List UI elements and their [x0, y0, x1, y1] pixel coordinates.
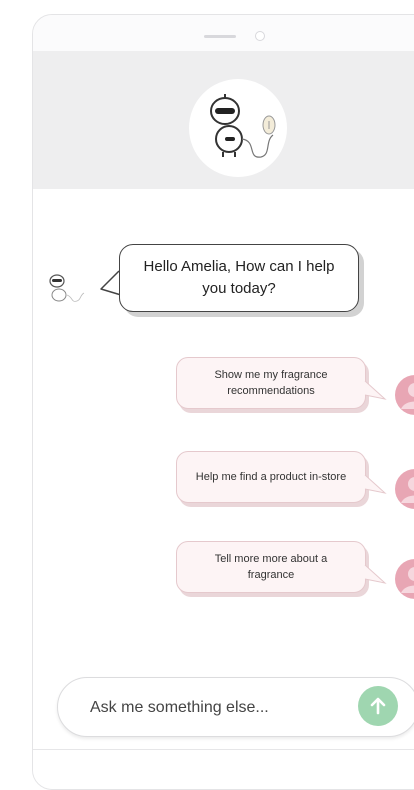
camera-dot	[255, 31, 265, 41]
arrow-up-icon	[370, 697, 386, 715]
quick-reply-label: Show me my fragrance recommendations	[214, 369, 328, 397]
quick-reply-label: Help me find a product in-store	[195, 471, 347, 483]
reply-bubble-tail	[364, 474, 387, 494]
quick-reply-label: Tell more more about a fragrance	[214, 553, 328, 581]
message-input[interactable]	[88, 693, 352, 723]
send-button[interactable]	[358, 686, 398, 726]
phone-frame: Hello Amelia, How can I help you today? …	[32, 14, 414, 790]
quick-reply-about-fragrance[interactable]: Tell more more about a fragrance	[176, 541, 366, 593]
bot-small-avatar	[47, 271, 87, 307]
user-icon	[395, 375, 414, 415]
chat-area: Hello Amelia, How can I help you today? …	[33, 189, 414, 789]
robot-small-icon	[49, 274, 85, 302]
user-avatar	[395, 559, 414, 599]
bottom-divider	[33, 749, 414, 750]
user-icon	[395, 469, 414, 509]
robot-icon	[210, 94, 276, 158]
reply-bubble-tail	[364, 380, 387, 400]
bot-avatar	[189, 79, 287, 177]
quick-reply-find-in-store[interactable]: Help me find a product in-store	[176, 451, 366, 503]
reply-bubble-tail	[364, 564, 387, 584]
speaker-slot	[204, 35, 236, 38]
chat-header	[33, 51, 414, 189]
quick-reply-recommendations[interactable]: Show me my fragrance recommendations	[176, 357, 366, 409]
bot-message-bubble: Hello Amelia, How can I help you today?	[119, 244, 359, 312]
message-composer	[57, 677, 414, 737]
bot-message-text: Hello Amelia, How can I help you today?	[143, 258, 335, 297]
user-avatar	[395, 375, 414, 415]
phone-top-bezel	[33, 15, 414, 51]
user-avatar	[395, 469, 414, 509]
user-icon	[395, 559, 414, 599]
